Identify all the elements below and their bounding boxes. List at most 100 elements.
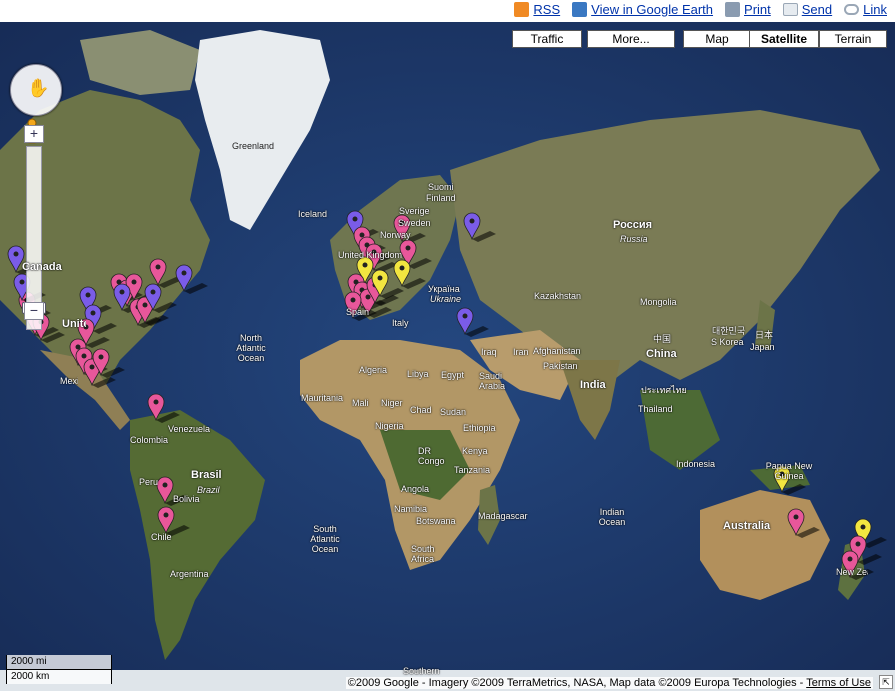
label-russia: Russia <box>620 234 648 244</box>
map-type-satellite-button[interactable]: Satellite <box>749 30 819 48</box>
map-type-terrain-button[interactable]: Terrain <box>819 30 887 48</box>
zoom-out-button[interactable]: − <box>24 302 44 320</box>
map-marker-dot <box>131 279 137 285</box>
label-namibia: Namibia <box>394 504 428 514</box>
traffic-button[interactable]: Traffic <box>512 30 582 48</box>
map-marker-dot <box>155 264 161 270</box>
map-marker-dot <box>350 297 356 303</box>
label-india: India <box>580 379 606 391</box>
label-afghanistan: Afghanistan <box>533 346 581 356</box>
label-united-states: United States <box>62 318 86 330</box>
send-link[interactable]: Send <box>782 2 833 17</box>
envelope-icon <box>782 3 798 16</box>
label-sverige: Sverige <box>399 206 430 216</box>
map-marker-dot <box>13 251 19 257</box>
label-ethiopia: Ethiopia <box>463 423 496 433</box>
map-marker-dot <box>855 541 861 547</box>
label-thailand: Thailand <box>638 404 673 414</box>
label-japan: Japan <box>750 342 775 352</box>
link-label: Link <box>863 2 887 17</box>
map-marker-dot <box>399 265 405 271</box>
map-marker-dot <box>352 216 358 222</box>
link-link[interactable]: Link <box>844 2 887 17</box>
map-marker-dot <box>469 218 475 224</box>
label-iraq: Iraq <box>481 347 497 357</box>
label-niger: Niger <box>381 398 403 408</box>
map-marker-dot <box>847 556 853 562</box>
label-bolivia: Bolivia <box>173 494 200 504</box>
label-south-africa: South Africa <box>411 544 435 564</box>
label-brazil: Brazil <box>197 485 220 495</box>
terms-of-use-link[interactable]: Terms of Use <box>806 677 871 689</box>
hand-icon: ✋ <box>27 78 50 98</box>
label-saudi-arabia: Saudi Arabia <box>479 371 506 391</box>
label-indonesia: Indonesia <box>676 459 716 469</box>
label-finland: Finland <box>426 193 456 203</box>
map-toolbar: RSS View in Google Earth Print Send Link <box>0 0 895 23</box>
map-marker-dot <box>462 313 468 319</box>
map-marker-dot <box>377 275 383 281</box>
label-peru: Peru <box>139 477 159 487</box>
map-marker-dot <box>153 399 159 405</box>
label-canada: Canada <box>22 261 62 273</box>
label-new-zealand: New Zealand <box>836 567 868 577</box>
label-north-atlantic-ocean: North Atlantic Ocean <box>236 333 266 363</box>
label-south-atlantic-ocean: South Atlantic Ocean <box>310 524 340 554</box>
pan-control[interactable]: ✋ <box>10 64 62 116</box>
print-label: Print <box>744 2 771 17</box>
google-earth-icon <box>572 2 588 17</box>
google-earth-label: View in Google Earth <box>591 2 714 17</box>
label-southern-ocean: Southern <box>403 666 440 676</box>
label-chile: Chile <box>151 532 172 542</box>
label-tanzania: Tanzania <box>454 465 491 475</box>
label-venezuela: Venezuela <box>168 424 211 434</box>
label-nigeria: Nigeria <box>375 421 404 431</box>
label-russia-local: Россия <box>613 219 653 231</box>
map-type-map-button[interactable]: Map <box>683 30 751 48</box>
label-sudan: Sudan <box>440 407 467 417</box>
label-uk: United Kingdom <box>338 250 403 260</box>
send-label: Send <box>801 2 833 17</box>
chain-link-icon <box>844 4 860 15</box>
map-marker-dot <box>19 279 25 285</box>
scale-miles: 2000 mi <box>6 655 112 670</box>
rss-label: RSS <box>533 2 561 17</box>
map-marker-dot <box>142 302 148 308</box>
label-ukraine: Ukraine <box>430 294 462 304</box>
zoom-in-button[interactable]: + <box>24 125 44 143</box>
map-marker-dot <box>405 245 411 251</box>
rss-link[interactable]: RSS <box>514 2 560 17</box>
label-china-local: 中国 <box>653 334 672 344</box>
google-earth-link[interactable]: View in Google Earth <box>572 2 713 17</box>
label-mali: Mali <box>352 398 369 408</box>
label-algeria: Algeria <box>359 365 388 375</box>
print-link[interactable]: Print <box>725 2 771 17</box>
label-mauritania: Mauritania <box>301 393 344 403</box>
label-mongolia: Mongolia <box>640 297 677 307</box>
map-attribution: ©2009 Google - Imagery ©2009 TerraMetric… <box>345 677 873 689</box>
label-dr-congo: DR Congo <box>418 446 445 466</box>
label-kazakhstan: Kazakhstan <box>534 291 582 301</box>
more-button[interactable]: More... <box>587 30 675 48</box>
label-norway: Norway <box>380 230 411 240</box>
label-madagascar: Madagascar <box>478 511 528 521</box>
label-korea-local: 대한민국 <box>712 326 746 336</box>
map-marker-dot <box>162 482 168 488</box>
label-argentina: Argentina <box>170 569 209 579</box>
label-pakistan: Pakistan <box>543 361 578 371</box>
label-egypt: Egypt <box>441 370 465 380</box>
satellite-map[interactable]: ✋ + − Traffic More... Map Satellite Terr… <box>0 22 895 691</box>
rss-icon <box>514 2 530 17</box>
overview-toggle-icon[interactable]: ⇱ <box>879 675 893 689</box>
label-ukraine-local: Україна <box>428 284 460 294</box>
map-marker-dot <box>860 524 866 530</box>
label-papua-new-guinea: Papua New Guinea <box>765 461 813 481</box>
map-marker-dot <box>163 512 169 518</box>
label-mexico: Mexico <box>60 376 78 386</box>
map-marker-dot <box>89 364 95 370</box>
label-libya: Libya <box>407 369 429 379</box>
label-japan-local: 日本 <box>755 330 774 340</box>
label-spain: Spain <box>346 307 370 317</box>
label-sweden: Sweden <box>398 218 431 228</box>
label-china: China <box>646 348 677 360</box>
